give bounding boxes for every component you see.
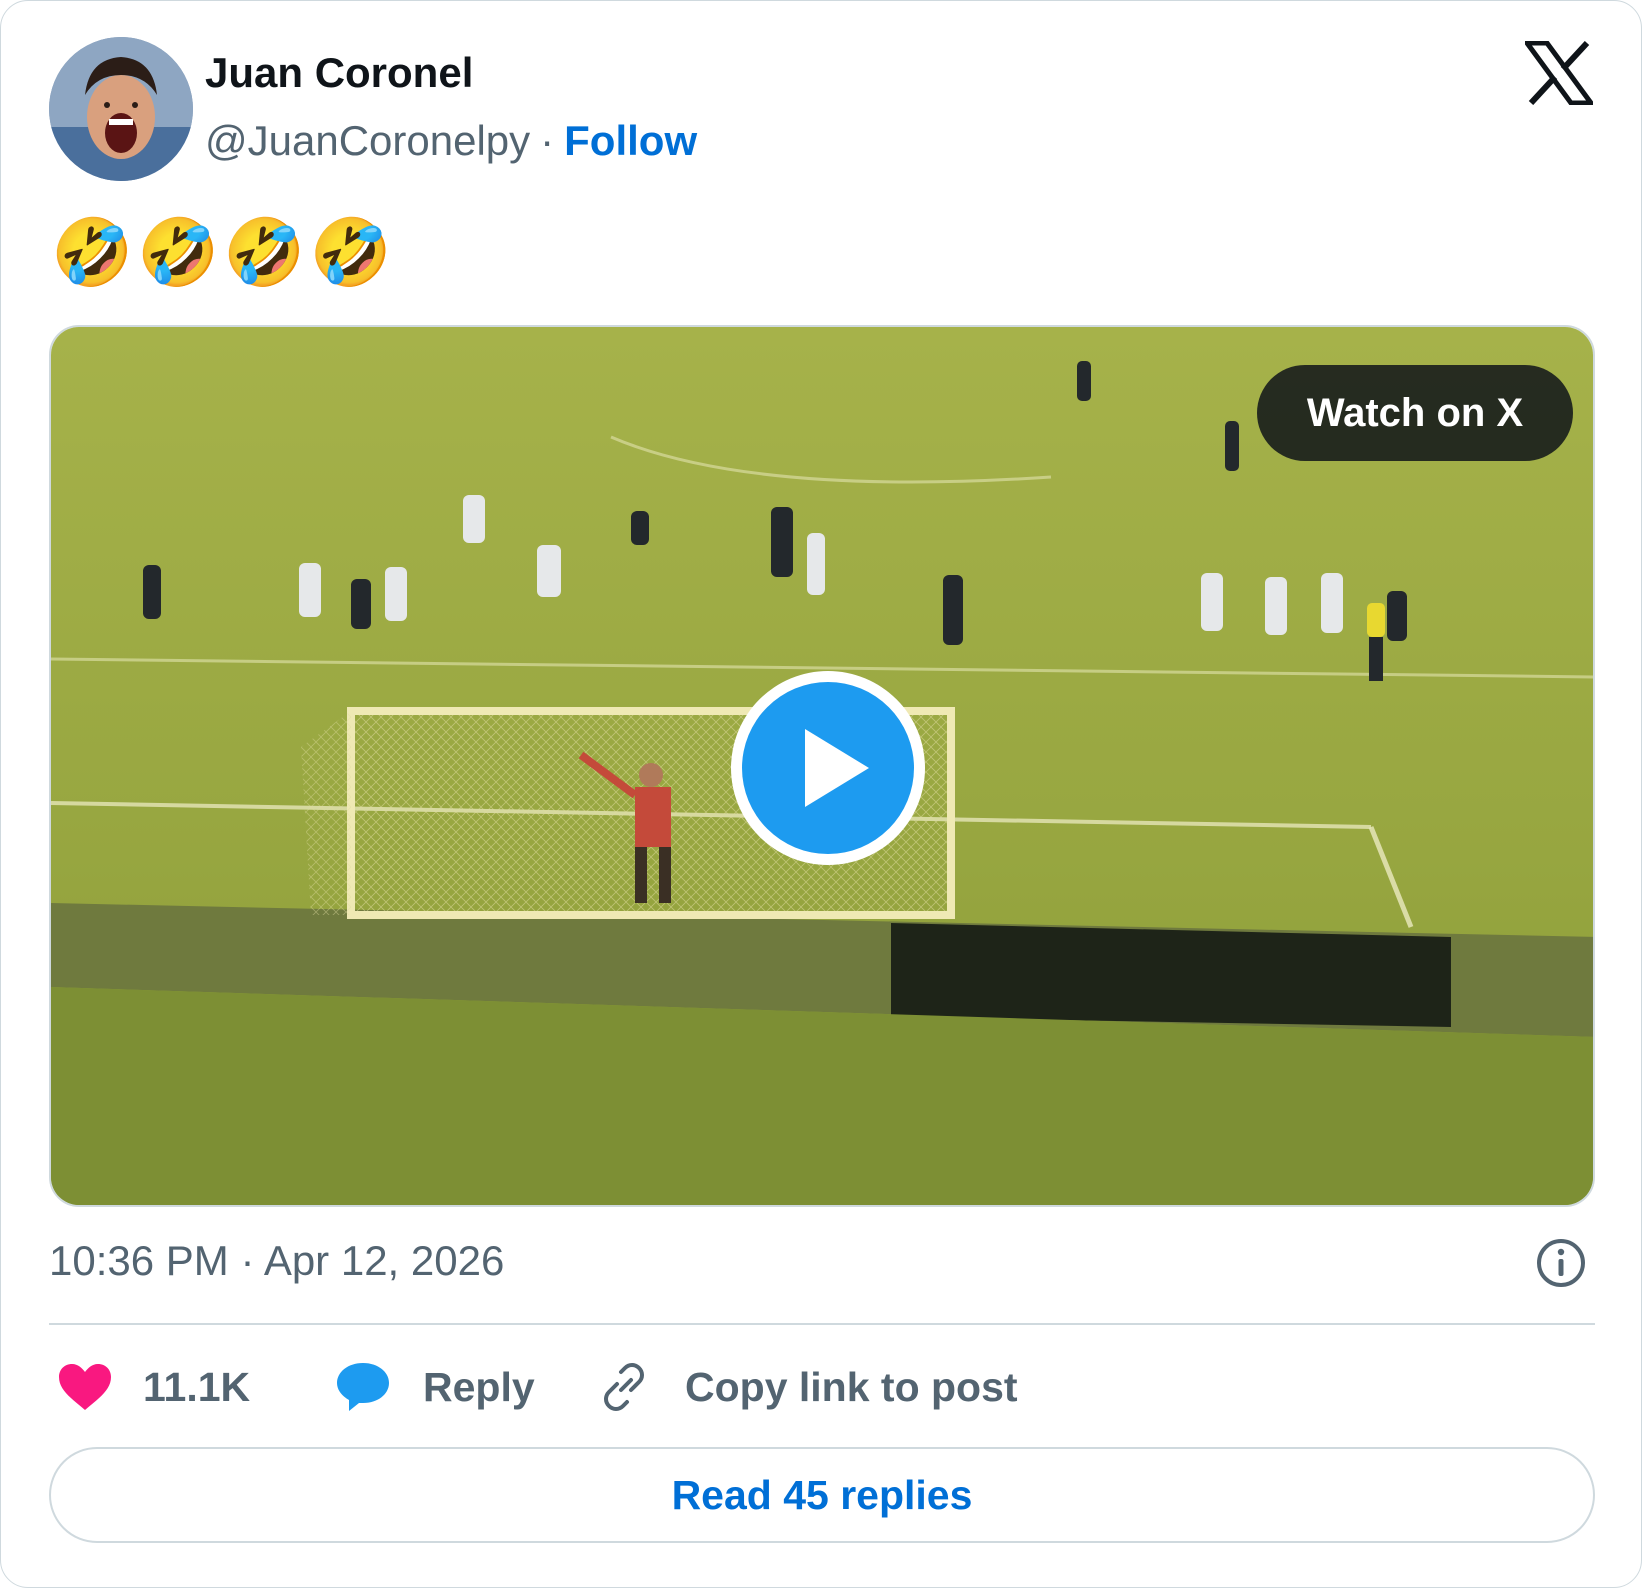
reply-bubble-icon bbox=[337, 1363, 389, 1411]
info-icon[interactable] bbox=[1535, 1237, 1587, 1289]
divider bbox=[49, 1323, 1595, 1325]
author-handle[interactable]: @JuanCoronelpy bbox=[205, 117, 530, 164]
author-handle-line: @JuanCoronelpy · Follow bbox=[205, 117, 697, 165]
read-replies-button[interactable]: Read 45 replies bbox=[49, 1447, 1595, 1543]
watch-on-x-button[interactable]: Watch on X bbox=[1257, 365, 1573, 461]
separator-dot: · bbox=[540, 117, 555, 164]
reply-label: Reply bbox=[423, 1363, 535, 1410]
x-logo-icon[interactable] bbox=[1525, 41, 1593, 105]
play-icon[interactable] bbox=[727, 667, 929, 869]
post-timestamp[interactable]: 10:36 PM · Apr 12, 2026 bbox=[49, 1237, 504, 1285]
like-count: 11.1K bbox=[143, 1363, 251, 1410]
link-icon bbox=[604, 1363, 644, 1411]
follow-button[interactable]: Follow bbox=[564, 117, 697, 164]
embedded-post-card: Juan Coronel @JuanCoronelpy · Follow 🤣🤣🤣🤣 bbox=[0, 0, 1642, 1588]
heart-icon bbox=[59, 1364, 111, 1410]
post-date: Apr 12, 2026 bbox=[263, 1237, 505, 1284]
avatar-photo bbox=[49, 37, 193, 181]
video-media[interactable]: Watch on X bbox=[49, 325, 1595, 1207]
like-button[interactable]: 11.1K bbox=[57, 1357, 250, 1417]
author-name[interactable]: Juan Coronel bbox=[205, 49, 473, 97]
avatar[interactable] bbox=[49, 37, 193, 181]
copy-link-label: Copy link to post bbox=[685, 1363, 1018, 1410]
copy-link-button[interactable]: Copy link to post bbox=[597, 1357, 1018, 1417]
post-time: 10:36 PM bbox=[49, 1237, 229, 1284]
reply-button[interactable]: Reply bbox=[335, 1357, 535, 1417]
separator-dot: · bbox=[240, 1237, 255, 1284]
post-text: 🤣🤣🤣🤣 bbox=[51, 214, 396, 291]
